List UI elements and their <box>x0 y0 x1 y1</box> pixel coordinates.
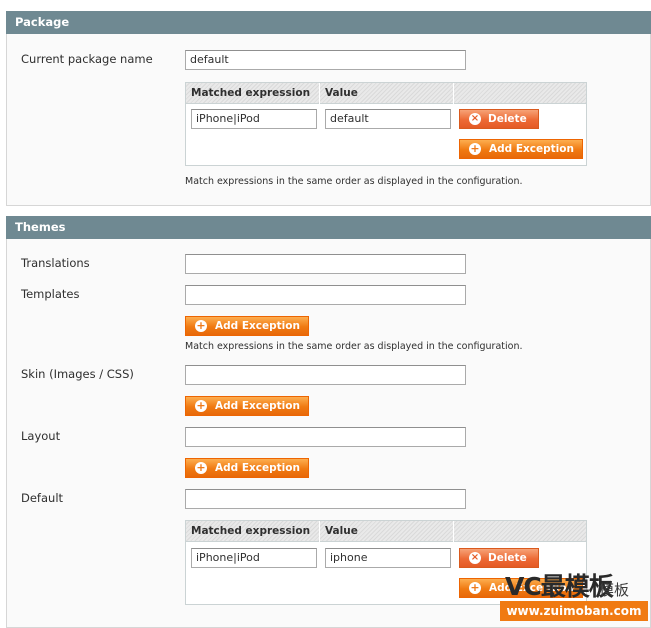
plus-circle-icon: + <box>195 461 207 474</box>
add-exception-label: Add Exception <box>215 462 300 474</box>
delete-button-label: Delete <box>488 552 527 564</box>
value-input[interactable]: default <box>325 109 451 129</box>
current-package-label: Current package name <box>21 52 153 66</box>
add-exception-label: Add Exception <box>489 143 574 155</box>
col-header-value: Value <box>320 83 454 104</box>
delete-button[interactable]: × Delete <box>459 109 539 129</box>
templates-label: Templates <box>21 287 80 301</box>
skin-add-exception-button[interactable]: + Add Exception <box>185 396 309 416</box>
layout-input[interactable] <box>185 427 466 447</box>
add-exception-label: Add Exception <box>215 320 300 332</box>
col-header-expression: Matched expression <box>186 521 320 542</box>
plus-circle-icon: + <box>195 399 207 412</box>
themes-section-header: Themes <box>6 216 651 239</box>
plus-circle-icon: + <box>469 581 481 594</box>
expression-input[interactable]: iPhone|iPod <box>191 109 317 129</box>
x-circle-icon: × <box>469 552 481 564</box>
templates-note: Match expressions in the same order as d… <box>185 341 523 352</box>
current-package-input[interactable]: default <box>185 50 466 70</box>
col-header-expression: Matched expression <box>186 83 320 104</box>
templates-add-exception-button[interactable]: + Add Exception <box>185 316 309 336</box>
skin-label: Skin (Images / CSS) <box>21 367 134 381</box>
themes-section-title: Themes <box>15 220 66 234</box>
watermark-url: www.zuimoban.com <box>500 601 648 621</box>
layout-add-exception-button[interactable]: + Add Exception <box>185 458 309 478</box>
default-input[interactable] <box>185 489 466 509</box>
watermark-logo: VC最模板 <box>505 572 614 601</box>
translations-input[interactable] <box>185 254 466 274</box>
add-exception-label: Add Exception <box>215 400 300 412</box>
value-input[interactable]: iphone <box>325 548 451 568</box>
translations-label: Translations <box>21 256 90 270</box>
templates-input[interactable] <box>185 285 466 305</box>
grid-header: Matched expression Value <box>186 521 586 542</box>
default-label: Default <box>21 491 64 505</box>
delete-button[interactable]: × Delete <box>459 548 539 568</box>
plus-circle-icon: + <box>469 142 481 155</box>
package-note: Match expressions in the same order as d… <box>185 176 523 187</box>
col-header-value: Value <box>320 521 454 542</box>
watermark-text: 模板 <box>599 581 630 599</box>
plus-circle-icon: + <box>195 319 207 332</box>
delete-button-label: Delete <box>488 113 527 125</box>
expression-input[interactable]: iPhone|iPod <box>191 548 317 568</box>
package-section-header: Package <box>6 11 651 34</box>
package-section-title: Package <box>15 15 70 29</box>
add-exception-button[interactable]: + Add Exception <box>459 139 583 159</box>
x-circle-icon: × <box>469 113 481 125</box>
skin-input[interactable] <box>185 365 466 385</box>
grid-header: Matched expression Value <box>186 83 586 104</box>
package-exceptions-grid: Matched expression Value iPhone|iPod def… <box>185 82 587 166</box>
layout-label: Layout <box>21 429 61 443</box>
